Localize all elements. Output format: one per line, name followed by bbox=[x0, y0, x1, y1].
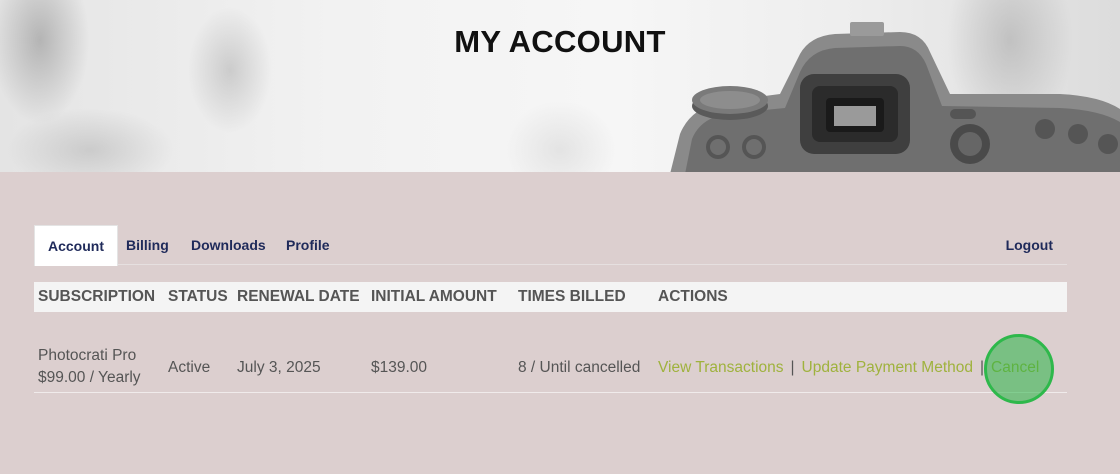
view-transactions-link[interactable]: View Transactions bbox=[658, 359, 784, 376]
hero-banner: MY ACCOUNT bbox=[0, 0, 1120, 172]
header-renewal-date: RENEWAL DATE bbox=[237, 288, 360, 305]
tab-downloads[interactable]: Downloads bbox=[191, 225, 266, 265]
tab-billing[interactable]: Billing bbox=[126, 225, 169, 265]
subscription-price: $99.00 / Yearly bbox=[38, 369, 141, 386]
times-billed: 8 / Until cancelled bbox=[518, 359, 641, 376]
table-row: Photocrati Pro $99.00 / Yearly Active Ju… bbox=[34, 312, 1067, 393]
header-initial-amount: INITIAL AMOUNT bbox=[371, 288, 497, 305]
tab-account[interactable]: Account bbox=[34, 225, 118, 266]
table-header: SUBSCRIPTION STATUS RENEWAL DATE INITIAL… bbox=[34, 282, 1067, 312]
account-panel: Account Billing Downloads Profile Logout… bbox=[34, 225, 1067, 393]
subscription-name: Photocrati Pro bbox=[38, 347, 137, 364]
header-status: STATUS bbox=[168, 288, 228, 305]
update-payment-method-link[interactable]: Update Payment Method bbox=[802, 359, 973, 376]
cancel-link[interactable]: Cancel bbox=[991, 359, 1039, 376]
renewal-date: July 3, 2025 bbox=[237, 359, 321, 376]
account-tabs: Account Billing Downloads Profile Logout bbox=[34, 225, 1067, 266]
action-separator: | bbox=[980, 359, 985, 376]
page-title: MY ACCOUNT bbox=[454, 24, 666, 59]
action-separator: | bbox=[790, 359, 795, 376]
tab-profile[interactable]: Profile bbox=[286, 225, 330, 265]
subscription-status: Active bbox=[168, 359, 211, 376]
header-subscription: SUBSCRIPTION bbox=[38, 288, 156, 305]
logout-link[interactable]: Logout bbox=[1006, 225, 1053, 265]
header-times-billed: TIMES BILLED bbox=[518, 288, 626, 305]
row-actions: View Transactions | Update Payment Method |… bbox=[658, 359, 1039, 377]
header-actions: ACTIONS bbox=[658, 288, 728, 305]
initial-amount: $139.00 bbox=[371, 359, 428, 376]
